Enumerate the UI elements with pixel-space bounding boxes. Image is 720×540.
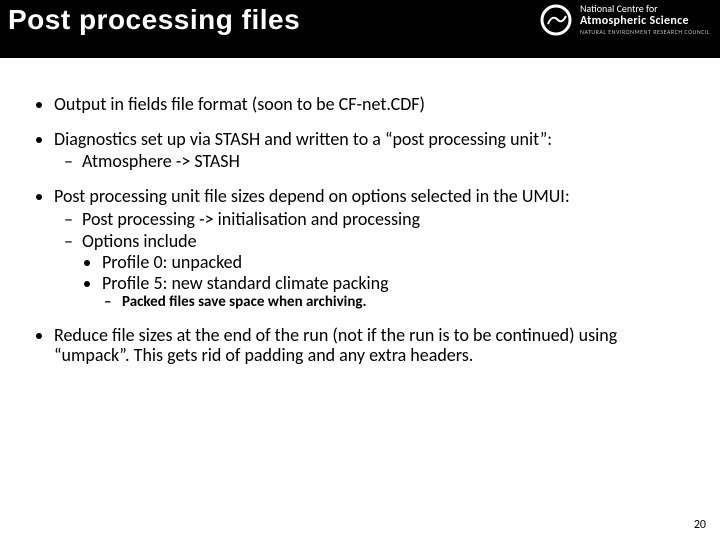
logo-line3: NATURAL ENVIRONMENT RESEARCH COUNCIL: [580, 29, 710, 35]
logo-text: National Centre for Atmospheric Science …: [580, 4, 710, 35]
page-number: 20: [694, 518, 706, 532]
sub-bullet-item: Atmosphere -> STASH: [82, 151, 686, 172]
bullet-text: Atmosphere -> STASH: [82, 150, 240, 172]
bullet-item: Diagnostics set up via STASH and written…: [54, 129, 686, 172]
bullet-item: Post processing unit file sizes depend o…: [54, 186, 686, 311]
logo: National Centre for Atmospheric Science …: [540, 4, 710, 36]
bullet-item: Reduce file sizes at the end of the run …: [54, 325, 686, 366]
bullet-text: Options include: [82, 230, 197, 252]
sub-bullet-item: Options include Profile 0: unpacked Prof…: [82, 231, 686, 310]
slide: Post processing files National Centre fo…: [0, 0, 720, 540]
slide-title: Post processing files: [8, 4, 300, 36]
sub3-bullet-item: Packed files save space when archiving.: [122, 294, 686, 311]
logo-icon: [540, 4, 572, 36]
bullet-item: Output in fields file format (soon to be…: [54, 94, 686, 115]
bullet-text: Profile 5: new standard climate packing: [102, 272, 389, 294]
bullet-text: Post processing -> initialisation and pr…: [82, 208, 420, 230]
bullet-text: Output in fields file format (soon to be…: [54, 93, 425, 115]
logo-line2: Atmospheric Science: [580, 15, 710, 28]
bullet-text: Diagnostics set up via STASH and written…: [54, 128, 552, 150]
content-body: Output in fields file format (soon to be…: [0, 58, 720, 366]
sub2-bullet-item: Profile 5: new standard climate packing …: [102, 273, 686, 311]
bullet-text: Reduce file sizes at the end of the run …: [54, 324, 617, 367]
header-bar: Post processing files National Centre fo…: [0, 0, 720, 58]
bullet-text: Packed files save space when archiving.: [122, 293, 367, 311]
sub-bullet-item: Post processing -> initialisation and pr…: [82, 209, 686, 230]
sub2-bullet-item: Profile 0: unpacked: [102, 252, 686, 273]
bullet-text: Profile 0: unpacked: [102, 251, 242, 273]
bullet-text: Post processing unit file sizes depend o…: [54, 185, 570, 207]
